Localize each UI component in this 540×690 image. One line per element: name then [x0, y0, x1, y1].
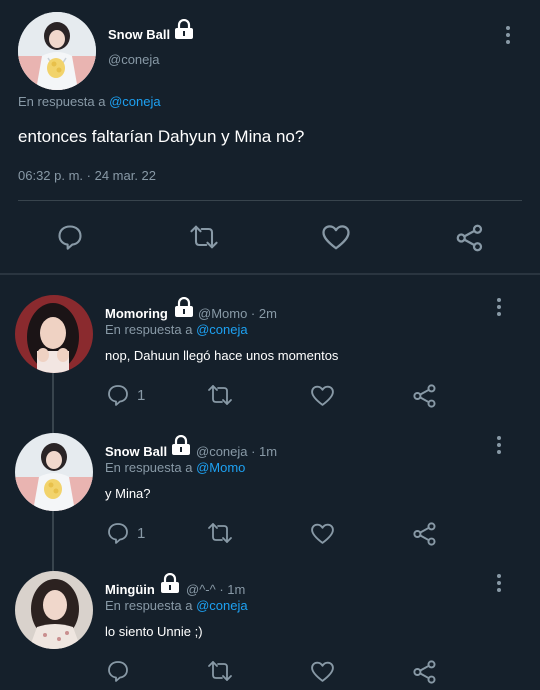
reply-to-link[interactable]: @coneja [109, 94, 161, 109]
reply-context: En respuesta a @coneja [105, 322, 248, 337]
handle-and-time: @Momo · 2m [198, 306, 277, 321]
like-icon[interactable] [310, 522, 335, 545]
author-name[interactable]: Snow Ball [108, 27, 170, 42]
retweet-icon[interactable] [206, 521, 234, 545]
reply-prefix: En respuesta a [105, 598, 193, 613]
retweet-icon[interactable] [206, 383, 234, 407]
reply-to-link[interactable]: @coneja [196, 598, 248, 613]
reply-prefix: En respuesta a [105, 322, 193, 337]
like-icon[interactable] [321, 223, 351, 251]
more-options-button[interactable] [492, 298, 506, 318]
avatar[interactable] [18, 12, 96, 90]
retweet-icon[interactable] [206, 659, 234, 683]
reply-to-link[interactable]: @coneja [196, 322, 248, 337]
reply-context: En respuesta a @coneja [105, 598, 248, 613]
avatar[interactable] [15, 433, 93, 511]
reply-prefix: En respuesta a [105, 460, 193, 475]
handle-and-time: @^-^ · 1m [186, 582, 246, 597]
timestamp: 06:32 p. m. · 24 mar. 22 [18, 168, 157, 183]
more-options-button[interactable] [492, 436, 506, 456]
lock-icon [169, 434, 193, 460]
reply-icon[interactable] [106, 521, 130, 545]
avatar[interactable] [15, 295, 93, 373]
reply-to-link[interactable]: @Momo [196, 460, 245, 475]
section-divider [0, 273, 540, 275]
reply-icon[interactable] [106, 383, 130, 407]
reply-count: 1 [137, 525, 146, 542]
reply-icon[interactable] [106, 659, 130, 683]
avatar[interactable] [15, 571, 93, 649]
reply-context: En respuesta a @coneja [18, 94, 161, 109]
reply-icon[interactable] [56, 223, 84, 251]
like-icon[interactable] [310, 384, 335, 407]
share-icon[interactable] [412, 521, 438, 547]
share-icon[interactable] [455, 223, 485, 253]
divider [18, 200, 522, 201]
author-name[interactable]: Momoring [105, 306, 168, 321]
author-name[interactable]: Snow Ball [105, 444, 167, 459]
lock-icon [158, 572, 182, 598]
reply-count: 1 [137, 387, 146, 404]
tweet-text: entonces faltarían Dahyun y Mina no? [18, 127, 305, 146]
author-name[interactable]: Mingüin [105, 582, 155, 597]
author-handle[interactable]: @coneja [108, 52, 160, 67]
share-icon[interactable] [412, 383, 438, 409]
thread-line [52, 510, 54, 572]
tweet-text: nop, Dahuun llegó hace unos momentos [105, 348, 339, 363]
thread-line [52, 372, 54, 434]
reply-context: En respuesta a @Momo [105, 460, 245, 475]
more-options-button[interactable] [492, 574, 506, 594]
tweet-text: lo siento Unnie ;) [105, 624, 203, 639]
lock-icon [172, 296, 196, 322]
like-icon[interactable] [310, 660, 335, 683]
tweet-text: y Mina? [105, 486, 151, 501]
handle-and-time: @coneja · 1m [196, 444, 278, 459]
share-icon[interactable] [412, 659, 438, 685]
more-options-button[interactable] [501, 26, 515, 46]
lock-icon [172, 18, 196, 44]
reply-prefix: En respuesta a [18, 94, 106, 109]
retweet-icon[interactable] [188, 223, 220, 251]
